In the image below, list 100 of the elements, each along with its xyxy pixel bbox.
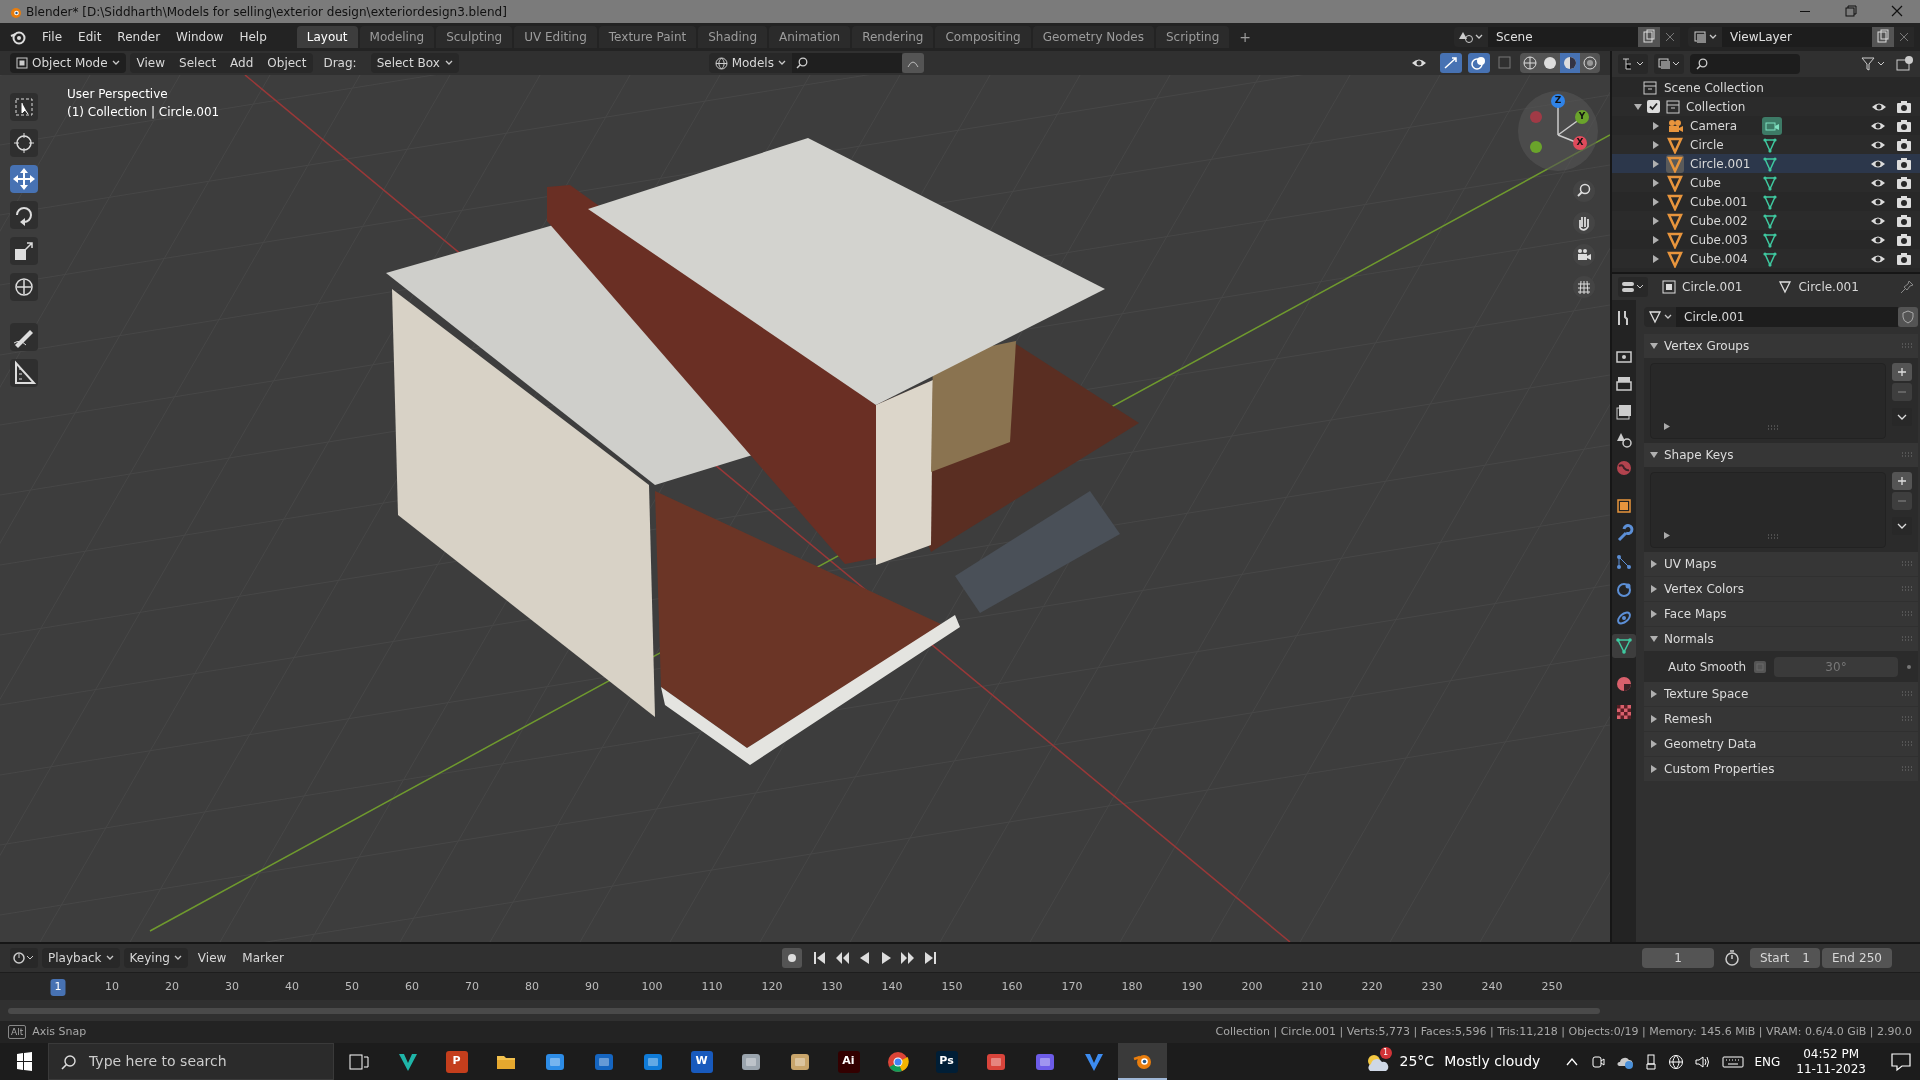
checkbox[interactable] — [1754, 661, 1766, 673]
view-layer-icon[interactable] — [1654, 54, 1684, 74]
tree-item[interactable]: Circle.001 — [1690, 154, 1756, 173]
expand-arrow-icon[interactable] — [1663, 532, 1670, 539]
zoom-icon[interactable] — [1572, 179, 1596, 203]
copy-icon[interactable] — [1638, 27, 1660, 47]
menu-item[interactable]: Add — [223, 53, 261, 73]
menu-item[interactable]: Select — [172, 53, 224, 73]
drag-handle-icon[interactable] — [1902, 611, 1912, 617]
clock-time[interactable]: 04:52 PM — [1803, 1046, 1860, 1062]
cursor-icon[interactable] — [10, 129, 38, 157]
expand-arrow-icon[interactable] — [1652, 140, 1660, 149]
tree-item[interactable]: Cube.003 — [1690, 230, 1756, 249]
expand-arrow-icon[interactable] — [1650, 560, 1658, 568]
menu-item[interactable]: Edit — [70, 26, 110, 48]
workspace-tab[interactable]: Texture Paint — [598, 26, 697, 48]
camera-icon[interactable] — [1896, 213, 1912, 228]
search-field[interactable] — [1690, 54, 1800, 74]
search-box[interactable]: Type here to search — [48, 1043, 334, 1080]
camera-icon[interactable] — [1896, 251, 1912, 266]
checkbox[interactable] — [1647, 100, 1660, 113]
snap-icon[interactable] — [901, 53, 924, 73]
rendered-shading-icon[interactable] — [1580, 53, 1600, 73]
camera-icon[interactable] — [1896, 99, 1912, 114]
expand-arrow-icon[interactable] — [1652, 178, 1660, 187]
new-collection-icon[interactable] — [1894, 54, 1914, 74]
transform-icon[interactable] — [10, 273, 38, 301]
editor-type-icon[interactable] — [1618, 277, 1648, 297]
taskbar-app[interactable]: W — [677, 1043, 726, 1080]
keyboard-icon[interactable] — [1722, 1053, 1745, 1070]
clock-date[interactable]: 11-11-2023 — [1796, 1061, 1866, 1077]
expand-arrow-icon[interactable] — [1663, 423, 1670, 430]
add-workspace-button[interactable]: + — [1231, 26, 1260, 48]
taskbar-app[interactable]: P — [432, 1043, 481, 1080]
mesh-name-field[interactable]: Circle.001 — [1676, 307, 1898, 327]
expand-arrow-icon[interactable] — [1652, 254, 1660, 263]
drag-dropdown[interactable]: Select Box — [370, 53, 459, 73]
workspace-tab[interactable]: Modeling — [359, 26, 435, 48]
orientation-dropdown[interactable]: Models — [708, 53, 792, 73]
camera-icon[interactable] — [1590, 1053, 1607, 1070]
view-layer-field[interactable]: ViewLayer — [1722, 27, 1872, 47]
menu-item[interactable]: View — [129, 53, 173, 73]
tree-item[interactable]: Camera — [1690, 116, 1756, 135]
expand-arrow-icon[interactable] — [1650, 715, 1658, 723]
navigation-gizmo[interactable]: Z Y X — [1518, 91, 1598, 171]
taskbar-app[interactable] — [1118, 1043, 1167, 1080]
expand-arrow-icon[interactable] — [1650, 635, 1658, 643]
search-field[interactable] — [791, 53, 902, 73]
select-box-icon[interactable] — [10, 93, 38, 121]
tree-row[interactable]: Circle.001 — [1612, 154, 1920, 173]
add-icon[interactable] — [1892, 363, 1912, 381]
keyframe-dot-icon[interactable] — [1906, 664, 1912, 670]
drag-handle-icon[interactable] — [1902, 452, 1912, 458]
camera-icon[interactable] — [1896, 156, 1912, 171]
expand-arrow-icon[interactable] — [1650, 740, 1658, 748]
mesh-browse-button[interactable] — [1644, 307, 1676, 327]
copy-icon[interactable] — [1872, 27, 1894, 47]
workspace-tab[interactable]: Compositing — [935, 26, 1031, 48]
tree-row[interactable]: Camera — [1612, 116, 1920, 135]
workspace-tab[interactable]: Rendering — [852, 26, 934, 48]
camera-icon[interactable] — [1896, 118, 1912, 133]
drag-handle-icon[interactable] — [1902, 741, 1912, 747]
hand-icon[interactable] — [1572, 211, 1596, 235]
workspace-tab[interactable]: UV Editing — [514, 26, 597, 48]
menu-item[interactable]: Render — [109, 26, 169, 48]
menu-item[interactable]: Object — [260, 53, 314, 73]
wireframe-icon[interactable] — [1520, 53, 1540, 73]
expand-arrow-icon[interactable] — [1650, 342, 1658, 350]
breadcrumb-item[interactable]: Circle.001 — [1798, 278, 1859, 296]
rotate-icon[interactable] — [10, 201, 38, 229]
expand-arrow-icon[interactable] — [1652, 216, 1660, 225]
breadcrumb-item[interactable]: Circle.001 — [1682, 278, 1743, 296]
tree-item[interactable]: Circle — [1690, 135, 1756, 154]
mode-dropdown[interactable]: Object Mode — [10, 53, 126, 73]
current-frame-field[interactable]: 1 — [1642, 948, 1714, 968]
menu-item[interactable]: View — [191, 948, 233, 968]
taskbar-app[interactable]: Ps — [922, 1043, 971, 1080]
camera-icon[interactable] — [1896, 137, 1912, 152]
expand-arrow-icon[interactable] — [1634, 102, 1642, 111]
gizmo-icon[interactable] — [1440, 53, 1462, 73]
tree-item[interactable]: Scene Collection — [1664, 78, 1764, 97]
overlay-icon[interactable] — [1468, 53, 1490, 73]
tree-item[interactable]: Cube.002 — [1690, 211, 1756, 230]
tree-item[interactable]: Collection — [1686, 97, 1746, 116]
camera-icon[interactable] — [1896, 194, 1912, 209]
ruler-icon[interactable] — [10, 359, 38, 387]
drag-handle-icon[interactable] — [1902, 636, 1912, 642]
camera-icon[interactable] — [1896, 175, 1912, 190]
tree-item[interactable]: Cube.001 — [1690, 192, 1756, 211]
expand-arrow-icon[interactable] — [1650, 585, 1658, 593]
pin-icon[interactable] — [1900, 280, 1914, 294]
panel-header[interactable]: Remesh — [1664, 710, 1713, 728]
move-icon[interactable] — [10, 165, 38, 193]
workspace-tab[interactable]: Animation — [769, 26, 851, 48]
workspace-tab[interactable]: Scripting — [1155, 26, 1230, 48]
workspace-tab[interactable]: Shading — [698, 26, 767, 48]
scrollbar[interactable] — [8, 1007, 1600, 1014]
expand-arrow-icon[interactable] — [1652, 159, 1660, 168]
camera-icon[interactable] — [1896, 232, 1912, 247]
panel-header[interactable]: Normals — [1664, 630, 1714, 648]
